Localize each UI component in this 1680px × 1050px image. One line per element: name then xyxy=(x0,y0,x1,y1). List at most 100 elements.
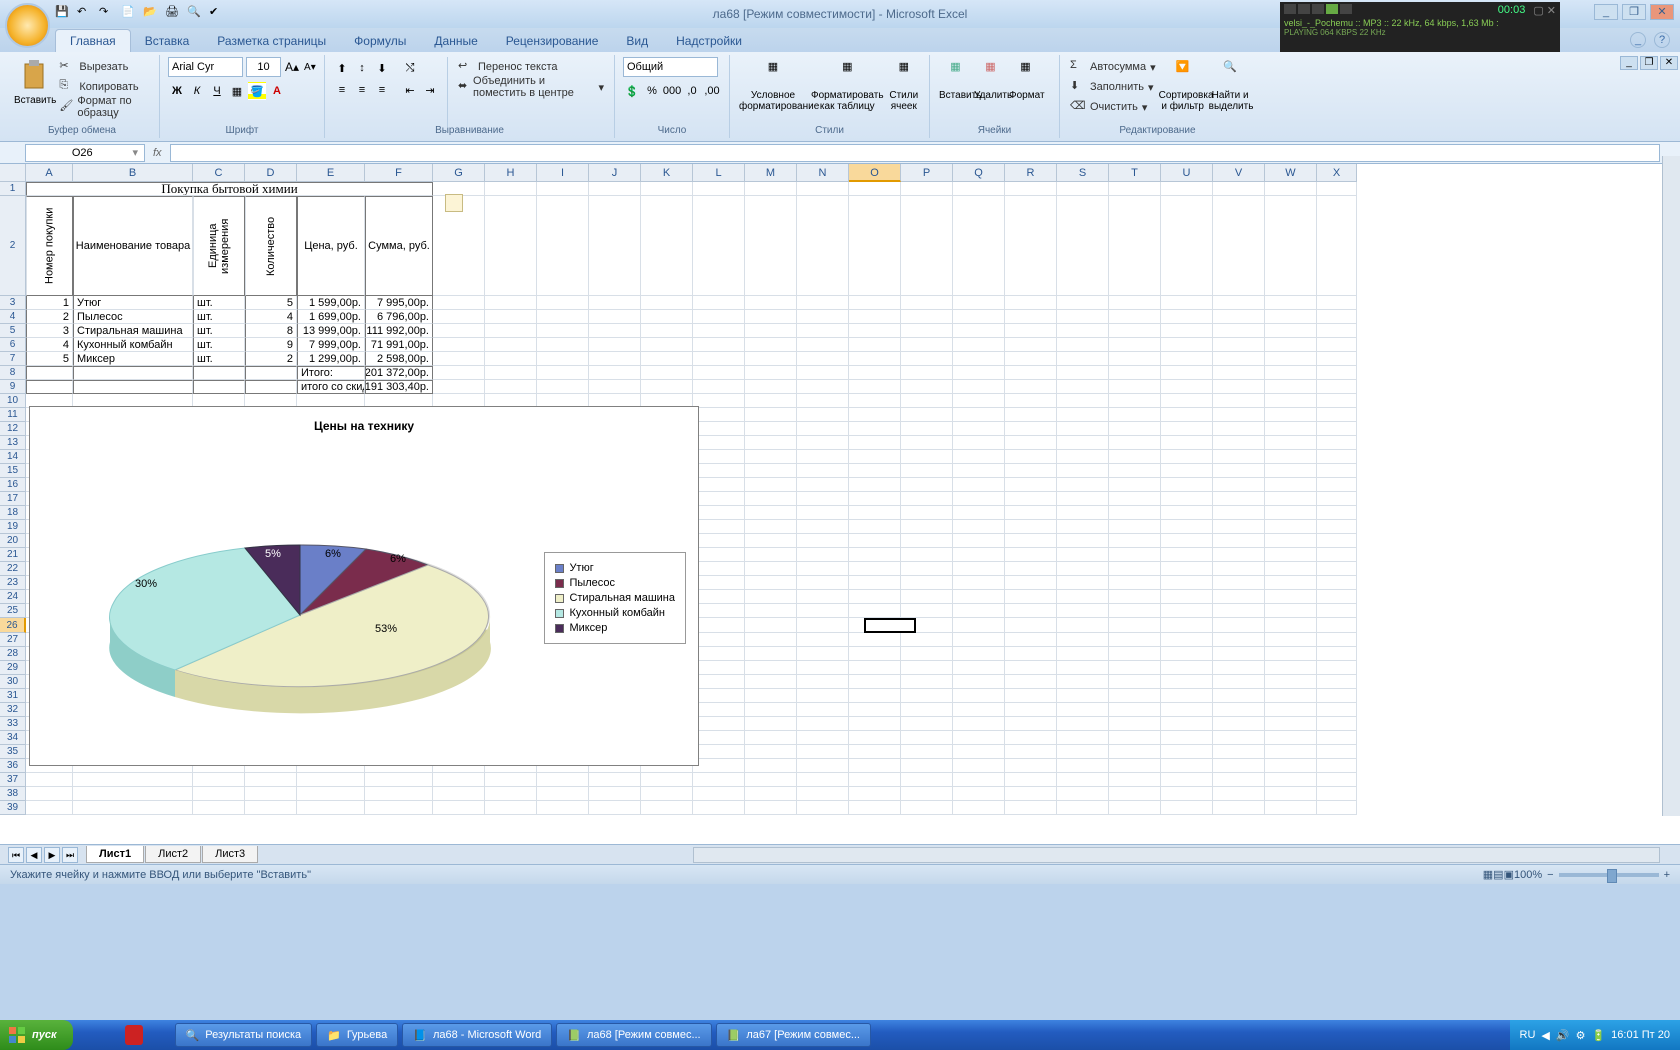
cell[interactable] xyxy=(1265,422,1317,436)
cell[interactable] xyxy=(1265,324,1317,338)
view-layout-icon[interactable]: ▤ xyxy=(1493,868,1503,881)
ribbon-tab-2[interactable]: Разметка страницы xyxy=(203,30,340,52)
cell[interactable] xyxy=(1265,338,1317,352)
row-header-37[interactable]: 37 xyxy=(0,773,26,787)
cell[interactable] xyxy=(1265,717,1317,731)
autosum-button[interactable]: ΣАвтосумма ▾ xyxy=(1068,57,1158,77)
cell[interactable] xyxy=(485,324,537,338)
cell[interactable] xyxy=(1317,450,1357,464)
row-header-11[interactable]: 11 xyxy=(0,408,26,422)
cell[interactable] xyxy=(1057,731,1109,745)
cell[interactable] xyxy=(901,338,953,352)
cut-button[interactable]: ✂Вырезать xyxy=(57,57,151,77)
ribbon-tab-0[interactable]: Главная xyxy=(55,29,131,52)
formula-input[interactable] xyxy=(170,144,1660,162)
cell[interactable] xyxy=(1109,703,1161,717)
cell[interactable] xyxy=(433,380,485,394)
cell[interactable] xyxy=(1109,478,1161,492)
cell[interactable] xyxy=(1005,380,1057,394)
cell[interactable] xyxy=(1213,590,1265,604)
bold-button[interactable]: Ж xyxy=(168,82,186,100)
cell[interactable] xyxy=(797,182,849,196)
table-header-2[interactable]: Единица измерения xyxy=(193,196,245,296)
indent-inc-icon[interactable]: ⇥ xyxy=(421,81,439,99)
cell[interactable] xyxy=(1161,576,1213,590)
cell[interactable] xyxy=(1213,394,1265,408)
cell[interactable] xyxy=(745,422,797,436)
cell[interactable] xyxy=(1109,338,1161,352)
row-header-21[interactable]: 21 xyxy=(0,548,26,562)
cell[interactable] xyxy=(1317,604,1357,618)
cell[interactable] xyxy=(1057,338,1109,352)
cell[interactable] xyxy=(693,196,745,296)
cell[interactable] xyxy=(953,182,1005,196)
cell[interactable] xyxy=(1317,408,1357,422)
cell[interactable] xyxy=(693,324,745,338)
cell[interactable] xyxy=(953,492,1005,506)
col-header-W[interactable]: W xyxy=(1265,164,1317,182)
cell[interactable] xyxy=(1161,534,1213,548)
cell[interactable] xyxy=(1109,492,1161,506)
cell[interactable] xyxy=(745,618,797,633)
cell[interactable] xyxy=(693,450,745,464)
cell[interactable] xyxy=(1317,618,1357,633)
row-header-7[interactable]: 7 xyxy=(0,352,26,366)
zoom-in-icon[interactable]: + xyxy=(1664,869,1670,881)
cell[interactable] xyxy=(1265,196,1317,296)
cell[interactable] xyxy=(797,675,849,689)
col-header-X[interactable]: X xyxy=(1317,164,1357,182)
cell[interactable] xyxy=(797,408,849,422)
cell[interactable] xyxy=(1161,324,1213,338)
cell[interactable] xyxy=(641,324,693,338)
cell[interactable] xyxy=(1005,324,1057,338)
cell[interactable] xyxy=(1005,604,1057,618)
cell[interactable] xyxy=(1265,787,1317,801)
cell[interactable] xyxy=(901,506,953,520)
cell[interactable] xyxy=(901,590,953,604)
cell[interactable] xyxy=(589,296,641,310)
cell[interactable] xyxy=(1161,478,1213,492)
data-cell[interactable]: Миксер xyxy=(73,352,193,366)
align-left-icon[interactable]: ≡ xyxy=(333,81,351,99)
vertical-scrollbar[interactable] xyxy=(1662,156,1680,816)
cell[interactable] xyxy=(1265,618,1317,633)
cell[interactable] xyxy=(797,548,849,562)
cell[interactable] xyxy=(745,731,797,745)
cell[interactable] xyxy=(1265,352,1317,366)
cell[interactable] xyxy=(901,450,953,464)
winamp-player[interactable]: 00:03▢ ✕ velsi_-_Pochemu :: MP3 :: 22 kH… xyxy=(1280,2,1560,52)
data-cell[interactable]: 4 xyxy=(26,338,73,352)
cell[interactable] xyxy=(953,548,1005,562)
cell[interactable] xyxy=(1213,548,1265,562)
cell[interactable] xyxy=(901,352,953,366)
table-header-3[interactable]: Количество xyxy=(245,196,297,296)
cell[interactable] xyxy=(433,352,485,366)
help-button[interactable]: ? xyxy=(1654,32,1670,48)
cell[interactable] xyxy=(953,590,1005,604)
row-header-28[interactable]: 28 xyxy=(0,647,26,661)
cell[interactable] xyxy=(1109,647,1161,661)
cell[interactable] xyxy=(1161,618,1213,633)
cell[interactable] xyxy=(953,633,1005,647)
data-cell[interactable]: 1 xyxy=(26,296,73,310)
cell[interactable] xyxy=(849,787,901,801)
cell[interactable] xyxy=(433,366,485,380)
cell[interactable] xyxy=(1317,773,1357,787)
zoom-out-icon[interactable]: − xyxy=(1547,869,1553,881)
row-header-33[interactable]: 33 xyxy=(0,717,26,731)
cell[interactable] xyxy=(1265,562,1317,576)
cell[interactable] xyxy=(433,324,485,338)
cell[interactable] xyxy=(1109,182,1161,196)
qat-quick-print[interactable]: 🖨 xyxy=(165,5,183,23)
cell[interactable] xyxy=(1213,196,1265,296)
cell[interactable] xyxy=(1109,450,1161,464)
total-cell[interactable] xyxy=(26,380,73,394)
data-cell[interactable]: 1 599,00р. xyxy=(297,296,365,310)
cell[interactable] xyxy=(1213,647,1265,661)
cell[interactable] xyxy=(901,478,953,492)
cell[interactable] xyxy=(1005,633,1057,647)
row-header-16[interactable]: 16 xyxy=(0,478,26,492)
zoom-slider[interactable] xyxy=(1559,873,1659,877)
row-header-29[interactable]: 29 xyxy=(0,661,26,675)
cell[interactable] xyxy=(849,422,901,436)
